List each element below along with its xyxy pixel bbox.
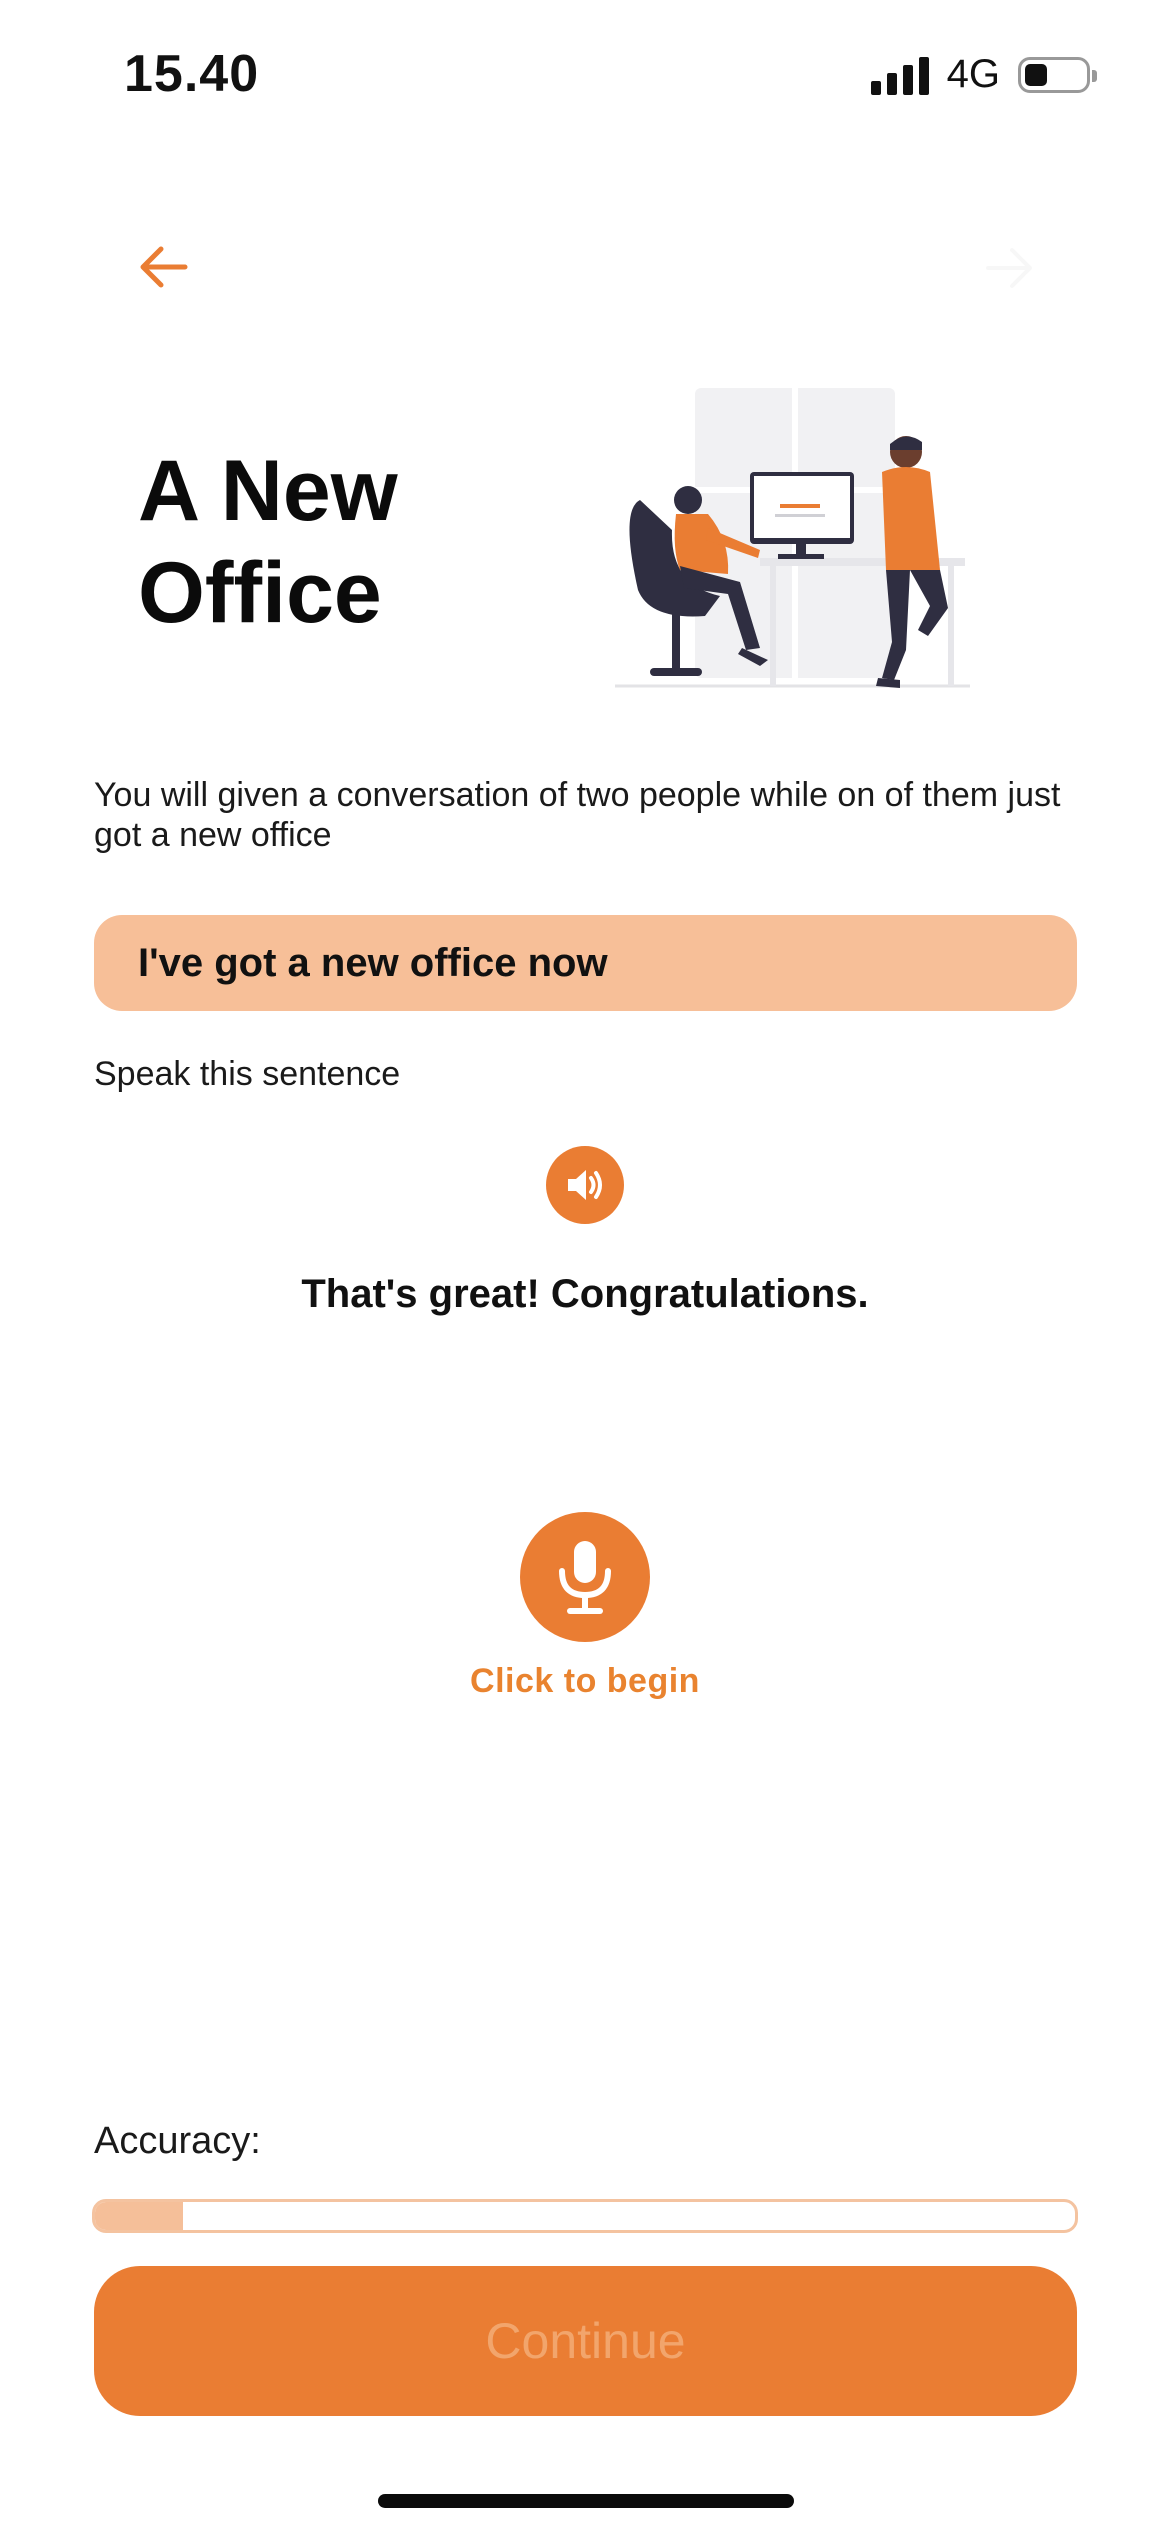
target-sentence: I've got a new office now bbox=[138, 940, 608, 985]
accuracy-progress-bar bbox=[92, 2199, 1078, 2233]
status-indicators: 4G bbox=[870, 52, 1097, 97]
office-illustration bbox=[610, 380, 990, 700]
lesson-description: You will given a conversation of two peo… bbox=[94, 776, 1061, 854]
response-sentence: That's great! Congratulations. bbox=[301, 1272, 869, 1316]
home-indicator bbox=[378, 2494, 794, 2508]
signal-icon bbox=[870, 55, 929, 95]
lesson-title-line-2: Office bbox=[138, 545, 382, 641]
network-type: 4G bbox=[946, 52, 1000, 96]
microphone-icon bbox=[559, 1541, 611, 1614]
arrow-left-icon bbox=[140, 246, 188, 288]
speaker-icon bbox=[568, 1170, 602, 1200]
back-button[interactable] bbox=[128, 232, 198, 302]
faded-forward-icon bbox=[980, 238, 1040, 298]
battery-icon bbox=[1018, 56, 1097, 93]
continue-button[interactable]: Continue bbox=[94, 2266, 1077, 2416]
lesson-title-line-1: A New bbox=[138, 443, 398, 539]
play-audio-button[interactable] bbox=[546, 1146, 624, 1224]
accuracy-label: Accuracy: bbox=[94, 2120, 261, 2162]
speak-instruction: Speak this sentence bbox=[94, 1055, 401, 1093]
lesson-title: A New Office bbox=[138, 440, 638, 644]
status-time: 15.40 bbox=[124, 45, 260, 103]
continue-label: Continue bbox=[485, 2313, 686, 2369]
record-button[interactable] bbox=[520, 1512, 650, 1642]
record-label[interactable]: Click to begin bbox=[0, 1662, 1170, 1701]
accuracy-progress-fill bbox=[95, 2202, 184, 2230]
target-sentence-box: I've got a new office now bbox=[94, 915, 1077, 1011]
